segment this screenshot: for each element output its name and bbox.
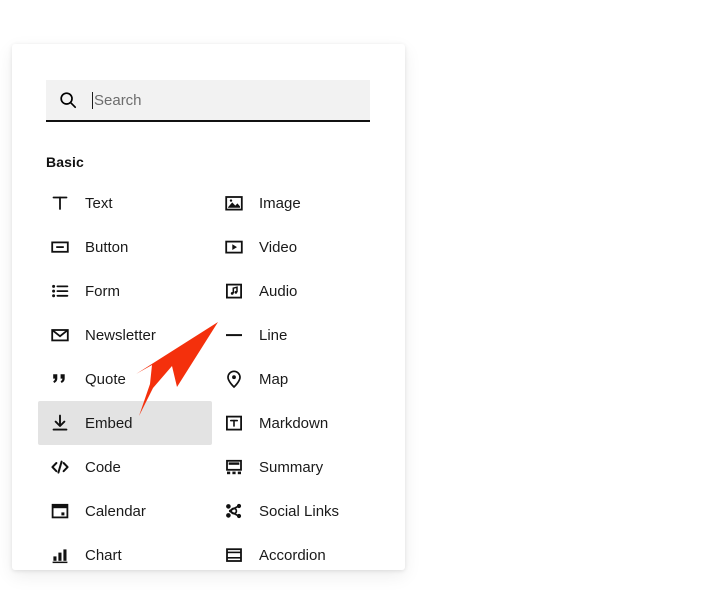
block-item-label: Calendar	[85, 502, 146, 520]
image-icon	[223, 192, 245, 214]
block-item-label: Quote	[85, 370, 126, 388]
block-item-code[interactable]: Code	[38, 445, 212, 489]
code-icon	[49, 456, 71, 478]
block-item-markdown[interactable]: Markdown	[212, 401, 386, 445]
block-item-label: Newsletter	[85, 326, 156, 344]
line-icon	[223, 324, 245, 346]
block-item-grid: Text Image Button Video Form Audio Newsl…	[38, 181, 390, 570]
block-item-label: Button	[85, 238, 129, 256]
block-item-label: Image	[259, 194, 301, 212]
block-item-newsletter[interactable]: Newsletter	[38, 313, 212, 357]
block-item-button[interactable]: Button	[38, 225, 212, 269]
calendar-icon	[49, 500, 71, 522]
section-title-basic: Basic	[46, 154, 84, 170]
block-item-form[interactable]: Form	[38, 269, 212, 313]
block-item-label: Video	[259, 238, 298, 256]
block-item-label: Chart	[85, 546, 122, 564]
search-field[interactable]	[46, 80, 370, 122]
form-icon	[49, 280, 71, 302]
block-item-calendar[interactable]: Calendar	[38, 489, 212, 533]
block-item-label: Accordion	[259, 546, 326, 564]
block-item-accordion[interactable]: Accordion	[212, 533, 386, 570]
block-item-summary[interactable]: Summary	[212, 445, 386, 489]
text-icon	[49, 192, 71, 214]
block-item-chart[interactable]: Chart	[38, 533, 212, 570]
block-item-label: Summary	[259, 458, 324, 476]
block-item-text[interactable]: Text	[38, 181, 212, 225]
map-pin-icon	[223, 368, 245, 390]
block-item-social-links[interactable]: Social Links	[212, 489, 386, 533]
text-cursor	[92, 91, 93, 109]
block-item-video[interactable]: Video	[212, 225, 386, 269]
block-item-label: Code	[85, 458, 121, 476]
summary-icon	[223, 456, 245, 478]
markdown-icon	[223, 412, 245, 434]
block-item-label: Embed	[85, 414, 133, 432]
block-item-label: Text	[85, 194, 113, 212]
quote-icon	[49, 368, 71, 390]
search-input[interactable]	[94, 89, 344, 111]
newsletter-icon	[49, 324, 71, 346]
block-item-label: Markdown	[259, 414, 329, 432]
social-links-icon	[223, 500, 245, 522]
block-picker-panel: Basic Text Image	[12, 44, 405, 570]
chart-icon	[49, 544, 71, 566]
audio-icon	[223, 280, 245, 302]
block-item-label: Map	[259, 370, 289, 388]
block-item-label: Social Links	[259, 502, 340, 520]
block-item-quote[interactable]: Quote	[38, 357, 212, 401]
block-item-line[interactable]: Line	[212, 313, 386, 357]
block-item-label: Audio	[259, 282, 298, 300]
block-item-audio[interactable]: Audio	[212, 269, 386, 313]
search-icon	[58, 90, 78, 110]
block-item-embed[interactable]: Embed	[38, 401, 212, 445]
block-item-image[interactable]: Image	[212, 181, 386, 225]
embed-icon	[49, 412, 71, 434]
block-item-map[interactable]: Map	[212, 357, 386, 401]
block-item-label: Form	[85, 282, 120, 300]
block-item-label: Line	[259, 326, 288, 344]
video-icon	[223, 236, 245, 258]
accordion-icon	[223, 544, 245, 566]
button-icon	[49, 236, 71, 258]
